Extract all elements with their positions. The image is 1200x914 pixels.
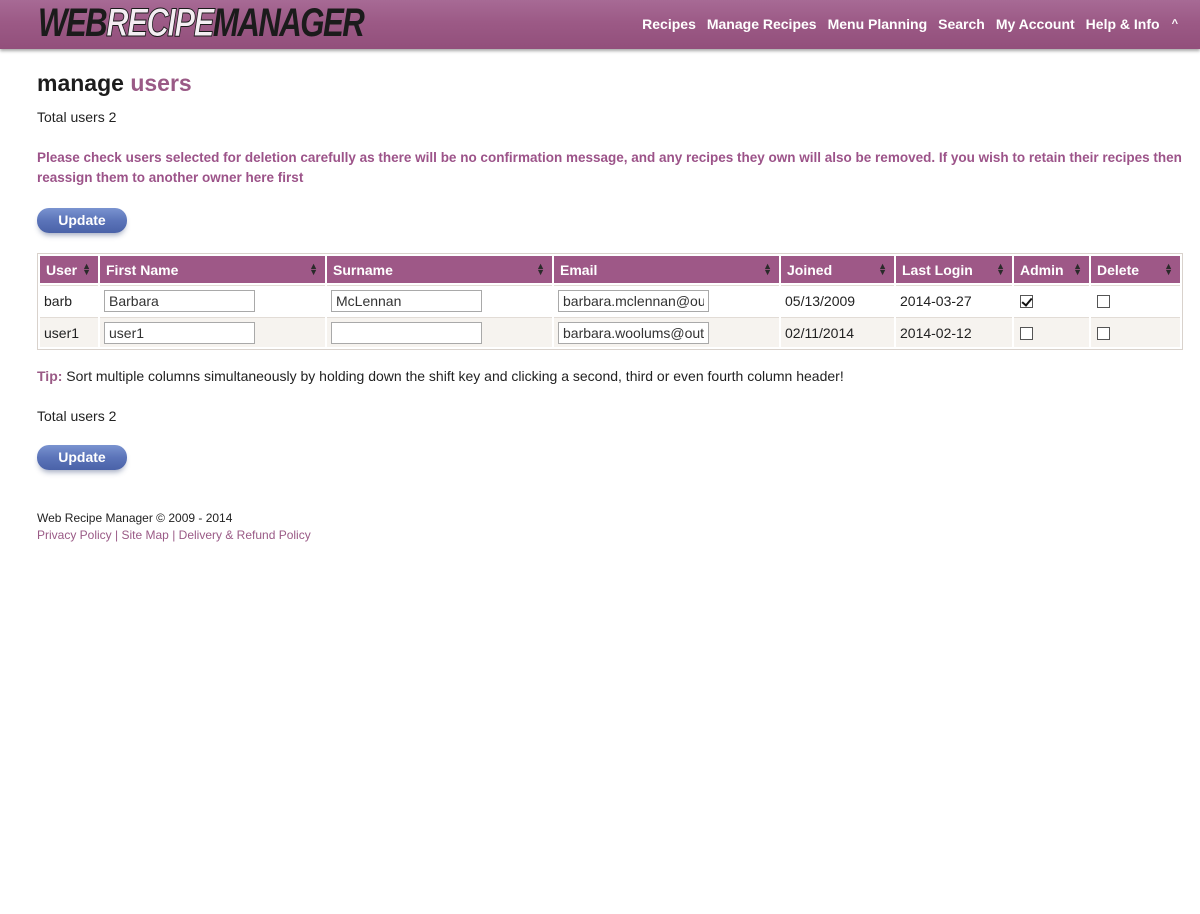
main-content: manage users Total users 2 Please check … bbox=[37, 68, 1183, 544]
column-header-joined[interactable]: Joined ▲ ▼ bbox=[781, 256, 894, 283]
cell-delete bbox=[1091, 317, 1180, 347]
column-label-email: Email bbox=[560, 261, 598, 278]
admin-checkbox[interactable] bbox=[1020, 326, 1033, 340]
column-header-email[interactable]: Email ▲ ▼ bbox=[554, 256, 779, 283]
logo-text-web: WEB bbox=[38, 1, 108, 45]
nav-menu-planning[interactable]: Menu Planning bbox=[828, 16, 928, 32]
column-header-delete[interactable]: Delete ▲ ▼ bbox=[1091, 256, 1180, 283]
sort-icon: ▲ ▼ bbox=[309, 261, 318, 277]
cell-admin bbox=[1014, 285, 1089, 315]
nav-recipes[interactable]: Recipes bbox=[642, 16, 696, 32]
column-label-admin: Admin bbox=[1020, 261, 1064, 278]
column-label-delete: Delete bbox=[1097, 261, 1140, 278]
surname-input[interactable] bbox=[331, 321, 482, 344]
users-table: User ▲ ▼ First Name ▲ ▼ Surname ▲ ▼ Email ▲ ▼ Jo… bbox=[37, 253, 1183, 350]
update-button-top[interactable]: Update bbox=[37, 208, 127, 233]
sort-tip: Tip: Sort multiple columns simultaneousl… bbox=[37, 367, 1183, 385]
column-header-user[interactable]: User ▲ ▼ bbox=[40, 256, 98, 283]
logo-text-recipe: RECIPE bbox=[106, 1, 215, 46]
sort-icon: ▲ ▼ bbox=[82, 261, 91, 277]
column-header-first-name[interactable]: First Name ▲ ▼ bbox=[100, 256, 325, 283]
footer-separator: | bbox=[172, 528, 176, 542]
sort-icon: ▲ ▼ bbox=[878, 261, 887, 277]
footer-links: Privacy Policy | Site Map | Delivery & R… bbox=[37, 527, 1183, 544]
column-header-last-login[interactable]: Last Login ▲ ▼ bbox=[896, 256, 1012, 283]
cell-delete bbox=[1091, 285, 1180, 315]
tip-label: Tip: bbox=[37, 368, 63, 384]
page-title-main: manage bbox=[37, 70, 124, 96]
page-title-accent: users bbox=[130, 70, 192, 96]
site-map-link[interactable]: Site Map bbox=[122, 528, 169, 542]
sort-icon: ▲ ▼ bbox=[763, 261, 772, 277]
column-label-surname: Surname bbox=[333, 261, 393, 278]
cell-email bbox=[554, 285, 779, 315]
page-title: manage users bbox=[37, 68, 1183, 98]
total-users-bottom: Total users 2 bbox=[37, 408, 117, 424]
delete-checkbox[interactable] bbox=[1097, 294, 1110, 308]
column-header-surname[interactable]: Surname ▲ ▼ bbox=[327, 256, 552, 283]
top-navigation-bar: WEBRECIPEMANAGER Recipes Manage Recipes … bbox=[0, 0, 1200, 49]
sort-icon: ▲ ▼ bbox=[1164, 261, 1173, 277]
cell-user: barb bbox=[40, 285, 98, 315]
column-label-user: User bbox=[46, 261, 78, 278]
tip-text: Sort multiple columns simultaneously by … bbox=[66, 368, 844, 384]
cell-first-name bbox=[100, 285, 325, 315]
nav-help-info[interactable]: Help & Info bbox=[1086, 16, 1160, 32]
copyright-text: Web Recipe Manager © 2009 - 2014 bbox=[37, 511, 233, 525]
nav-my-account[interactable]: My Account bbox=[996, 16, 1075, 32]
cell-last-login: 2014-02-12 bbox=[896, 317, 1012, 347]
table-row: user1 02/11/2014 2014-02-12 bbox=[40, 317, 1180, 347]
cell-admin bbox=[1014, 317, 1089, 347]
column-header-admin[interactable]: Admin ▲ ▼ bbox=[1014, 256, 1089, 283]
first-name-input[interactable] bbox=[104, 321, 255, 344]
column-label-first-name: First Name bbox=[106, 261, 179, 278]
total-users-top: Total users 2 bbox=[37, 109, 117, 125]
column-label-joined: Joined bbox=[787, 261, 833, 278]
deletion-warning: Please check users selected for deletion… bbox=[37, 150, 1182, 185]
footer-separator: | bbox=[115, 528, 119, 542]
cell-user: user1 bbox=[40, 317, 98, 347]
sort-icon: ▲ ▼ bbox=[536, 261, 545, 277]
sort-icon: ▲ ▼ bbox=[996, 261, 1005, 277]
first-name-input[interactable] bbox=[104, 289, 255, 312]
nav-search[interactable]: Search bbox=[938, 16, 985, 32]
cell-email bbox=[554, 317, 779, 347]
logo-text-manager: MANAGER bbox=[212, 1, 365, 45]
main-nav: Recipes Manage Recipes Menu Planning Sea… bbox=[631, 16, 1178, 32]
surname-input[interactable] bbox=[331, 289, 482, 312]
footer: Web Recipe Manager © 2009 - 2014 Privacy… bbox=[37, 510, 1183, 544]
cell-surname bbox=[327, 317, 552, 347]
cell-joined: 02/11/2014 bbox=[781, 317, 894, 347]
cell-surname bbox=[327, 285, 552, 315]
update-button-bottom[interactable]: Update bbox=[37, 445, 127, 470]
email-input[interactable] bbox=[558, 289, 709, 312]
email-input[interactable] bbox=[558, 321, 709, 344]
column-label-last-login: Last Login bbox=[902, 261, 973, 278]
cell-last-login: 2014-03-27 bbox=[896, 285, 1012, 315]
privacy-policy-link[interactable]: Privacy Policy bbox=[37, 528, 112, 542]
collapse-caret-icon[interactable]: ^ bbox=[1172, 18, 1178, 30]
cell-joined: 05/13/2009 bbox=[781, 285, 894, 315]
sort-icon: ▲ ▼ bbox=[1073, 261, 1082, 277]
table-row: barb 05/13/2009 2014-03-27 bbox=[40, 285, 1180, 315]
delete-checkbox[interactable] bbox=[1097, 326, 1110, 340]
nav-manage-recipes[interactable]: Manage Recipes bbox=[707, 16, 817, 32]
admin-checkbox[interactable] bbox=[1020, 294, 1033, 308]
delivery-refund-policy-link[interactable]: Delivery & Refund Policy bbox=[179, 528, 311, 542]
cell-first-name bbox=[100, 317, 325, 347]
site-logo[interactable]: WEBRECIPEMANAGER bbox=[38, 1, 365, 46]
